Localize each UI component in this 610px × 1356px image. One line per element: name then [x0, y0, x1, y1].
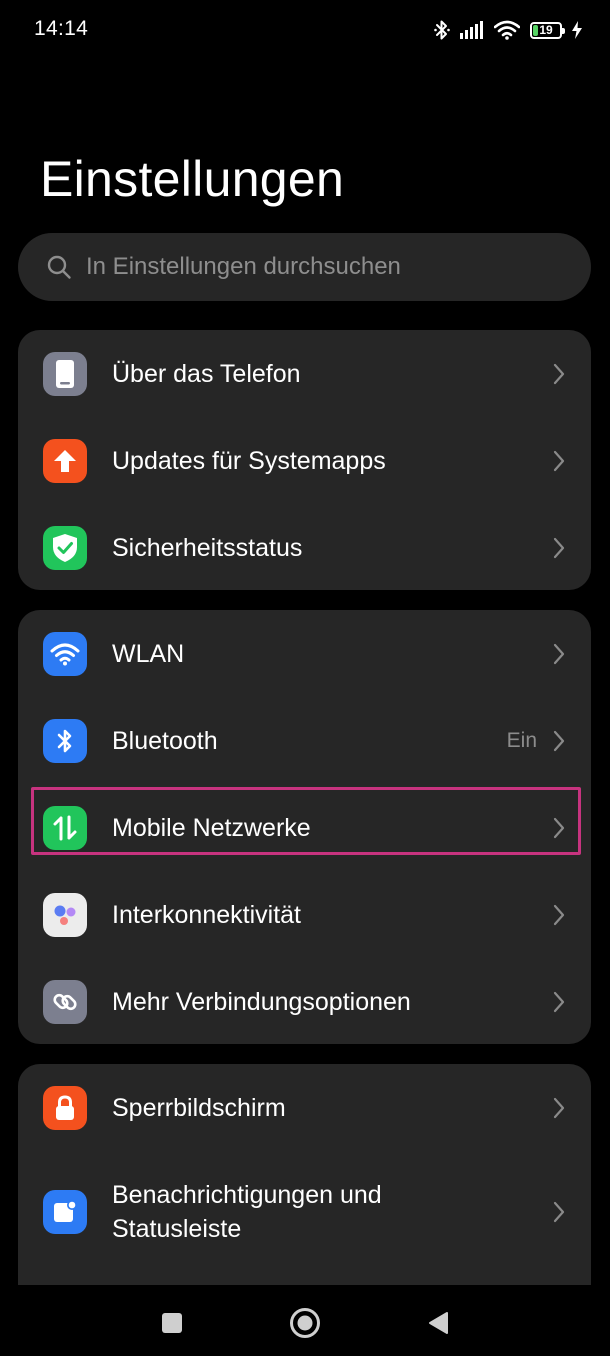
- settings-item-security-status[interactable]: Sicherheitsstatus: [18, 504, 591, 590]
- chevron-right-icon: [553, 1097, 565, 1118]
- chevron-right-icon: [553, 537, 565, 558]
- notification-icon: [43, 1189, 87, 1234]
- chevron-right-icon: [553, 817, 565, 838]
- settings-screen: 14:14 19 Einstellungen In Einstellungen …: [0, 0, 610, 1356]
- settings-item-more-connection-options[interactable]: Mehr Verbindungsoptionen: [18, 958, 591, 1044]
- wifi-status-icon: [494, 20, 520, 40]
- bluetooth-status-value: Ein: [506, 728, 537, 752]
- shield-check-icon: [43, 525, 87, 570]
- settings-group-connections: WLAN Bluetooth Ein Mobile Netzwerke Inte…: [18, 610, 591, 1044]
- settings-item-label: Mehr Verbindungsoptionen: [112, 987, 411, 1016]
- bluetooth-icon: [43, 718, 87, 763]
- lock-icon: [43, 1085, 87, 1130]
- status-icons: 19: [434, 16, 582, 44]
- chevron-right-icon: [553, 643, 565, 664]
- search-icon: [47, 255, 71, 279]
- settings-item-lock-screen[interactable]: Sperrbildschirm: [18, 1064, 591, 1151]
- signal-icon: [460, 21, 483, 39]
- interconnectivity-icon: [43, 892, 87, 937]
- home-button[interactable]: [287, 1305, 323, 1341]
- settings-item-label: Über das Telefon: [112, 359, 301, 388]
- phone-icon: [43, 351, 87, 396]
- settings-group-display: Sperrbildschirm Benachrichtigungen und S…: [18, 1064, 591, 1304]
- chevron-right-icon: [553, 363, 565, 384]
- settings-item-label: Mobile Netzwerke: [112, 813, 311, 842]
- settings-item-bluetooth[interactable]: Bluetooth Ein: [18, 697, 591, 784]
- settings-item-interconnectivity[interactable]: Interkonnektivität: [18, 871, 591, 958]
- charging-icon: [572, 21, 582, 39]
- settings-item-wlan[interactable]: WLAN: [18, 610, 591, 697]
- search-input[interactable]: [86, 253, 546, 281]
- settings-item-label: Updates für Systemapps: [112, 446, 386, 475]
- page-title: Einstellungen: [40, 151, 345, 207]
- back-triangle-icon: [429, 1312, 448, 1334]
- chevron-right-icon: [553, 991, 565, 1012]
- update-arrow-icon: [43, 438, 87, 483]
- settings-item-mobile-networks[interactable]: Mobile Netzwerke: [18, 784, 591, 871]
- settings-group-device: Über das Telefon Updates für Systemapps …: [18, 330, 591, 590]
- settings-item-label: Sperrbildschirm: [112, 1093, 286, 1122]
- bluetooth-status-icon: [434, 20, 450, 40]
- battery-level: 19: [539, 22, 553, 37]
- status-bar: 14:14 19: [0, 0, 610, 60]
- battery-icon: 19: [530, 21, 565, 39]
- settings-item-label: Bluetooth: [112, 726, 218, 755]
- settings-item-about-phone[interactable]: Über das Telefon: [18, 330, 591, 417]
- status-time: 14:14: [34, 17, 89, 40]
- settings-item-system-app-updates[interactable]: Updates für Systemapps: [18, 417, 591, 504]
- mobile-data-icon: [43, 805, 87, 850]
- chevron-right-icon: [553, 904, 565, 925]
- chevron-right-icon: [553, 1201, 565, 1222]
- square-icon: [162, 1313, 182, 1333]
- chevron-right-icon: [553, 730, 565, 751]
- link-icon: [43, 979, 87, 1024]
- navigation-bar: [0, 1285, 610, 1356]
- settings-item-label: Interkonnektivität: [112, 900, 301, 929]
- recents-button[interactable]: [154, 1305, 190, 1341]
- search-bar[interactable]: [18, 233, 591, 301]
- chevron-right-icon: [553, 450, 565, 471]
- settings-item-label: Sicherheitsstatus: [112, 533, 303, 562]
- settings-item-label: Benachrichtigungen und Statusleiste: [112, 1180, 382, 1243]
- settings-item-notifications-status-bar[interactable]: Benachrichtigungen und Statusleiste: [18, 1151, 591, 1272]
- back-button[interactable]: [420, 1305, 456, 1341]
- wifi-icon: [43, 631, 87, 676]
- home-circle-icon: [290, 1308, 320, 1338]
- settings-item-label: WLAN: [112, 639, 185, 668]
